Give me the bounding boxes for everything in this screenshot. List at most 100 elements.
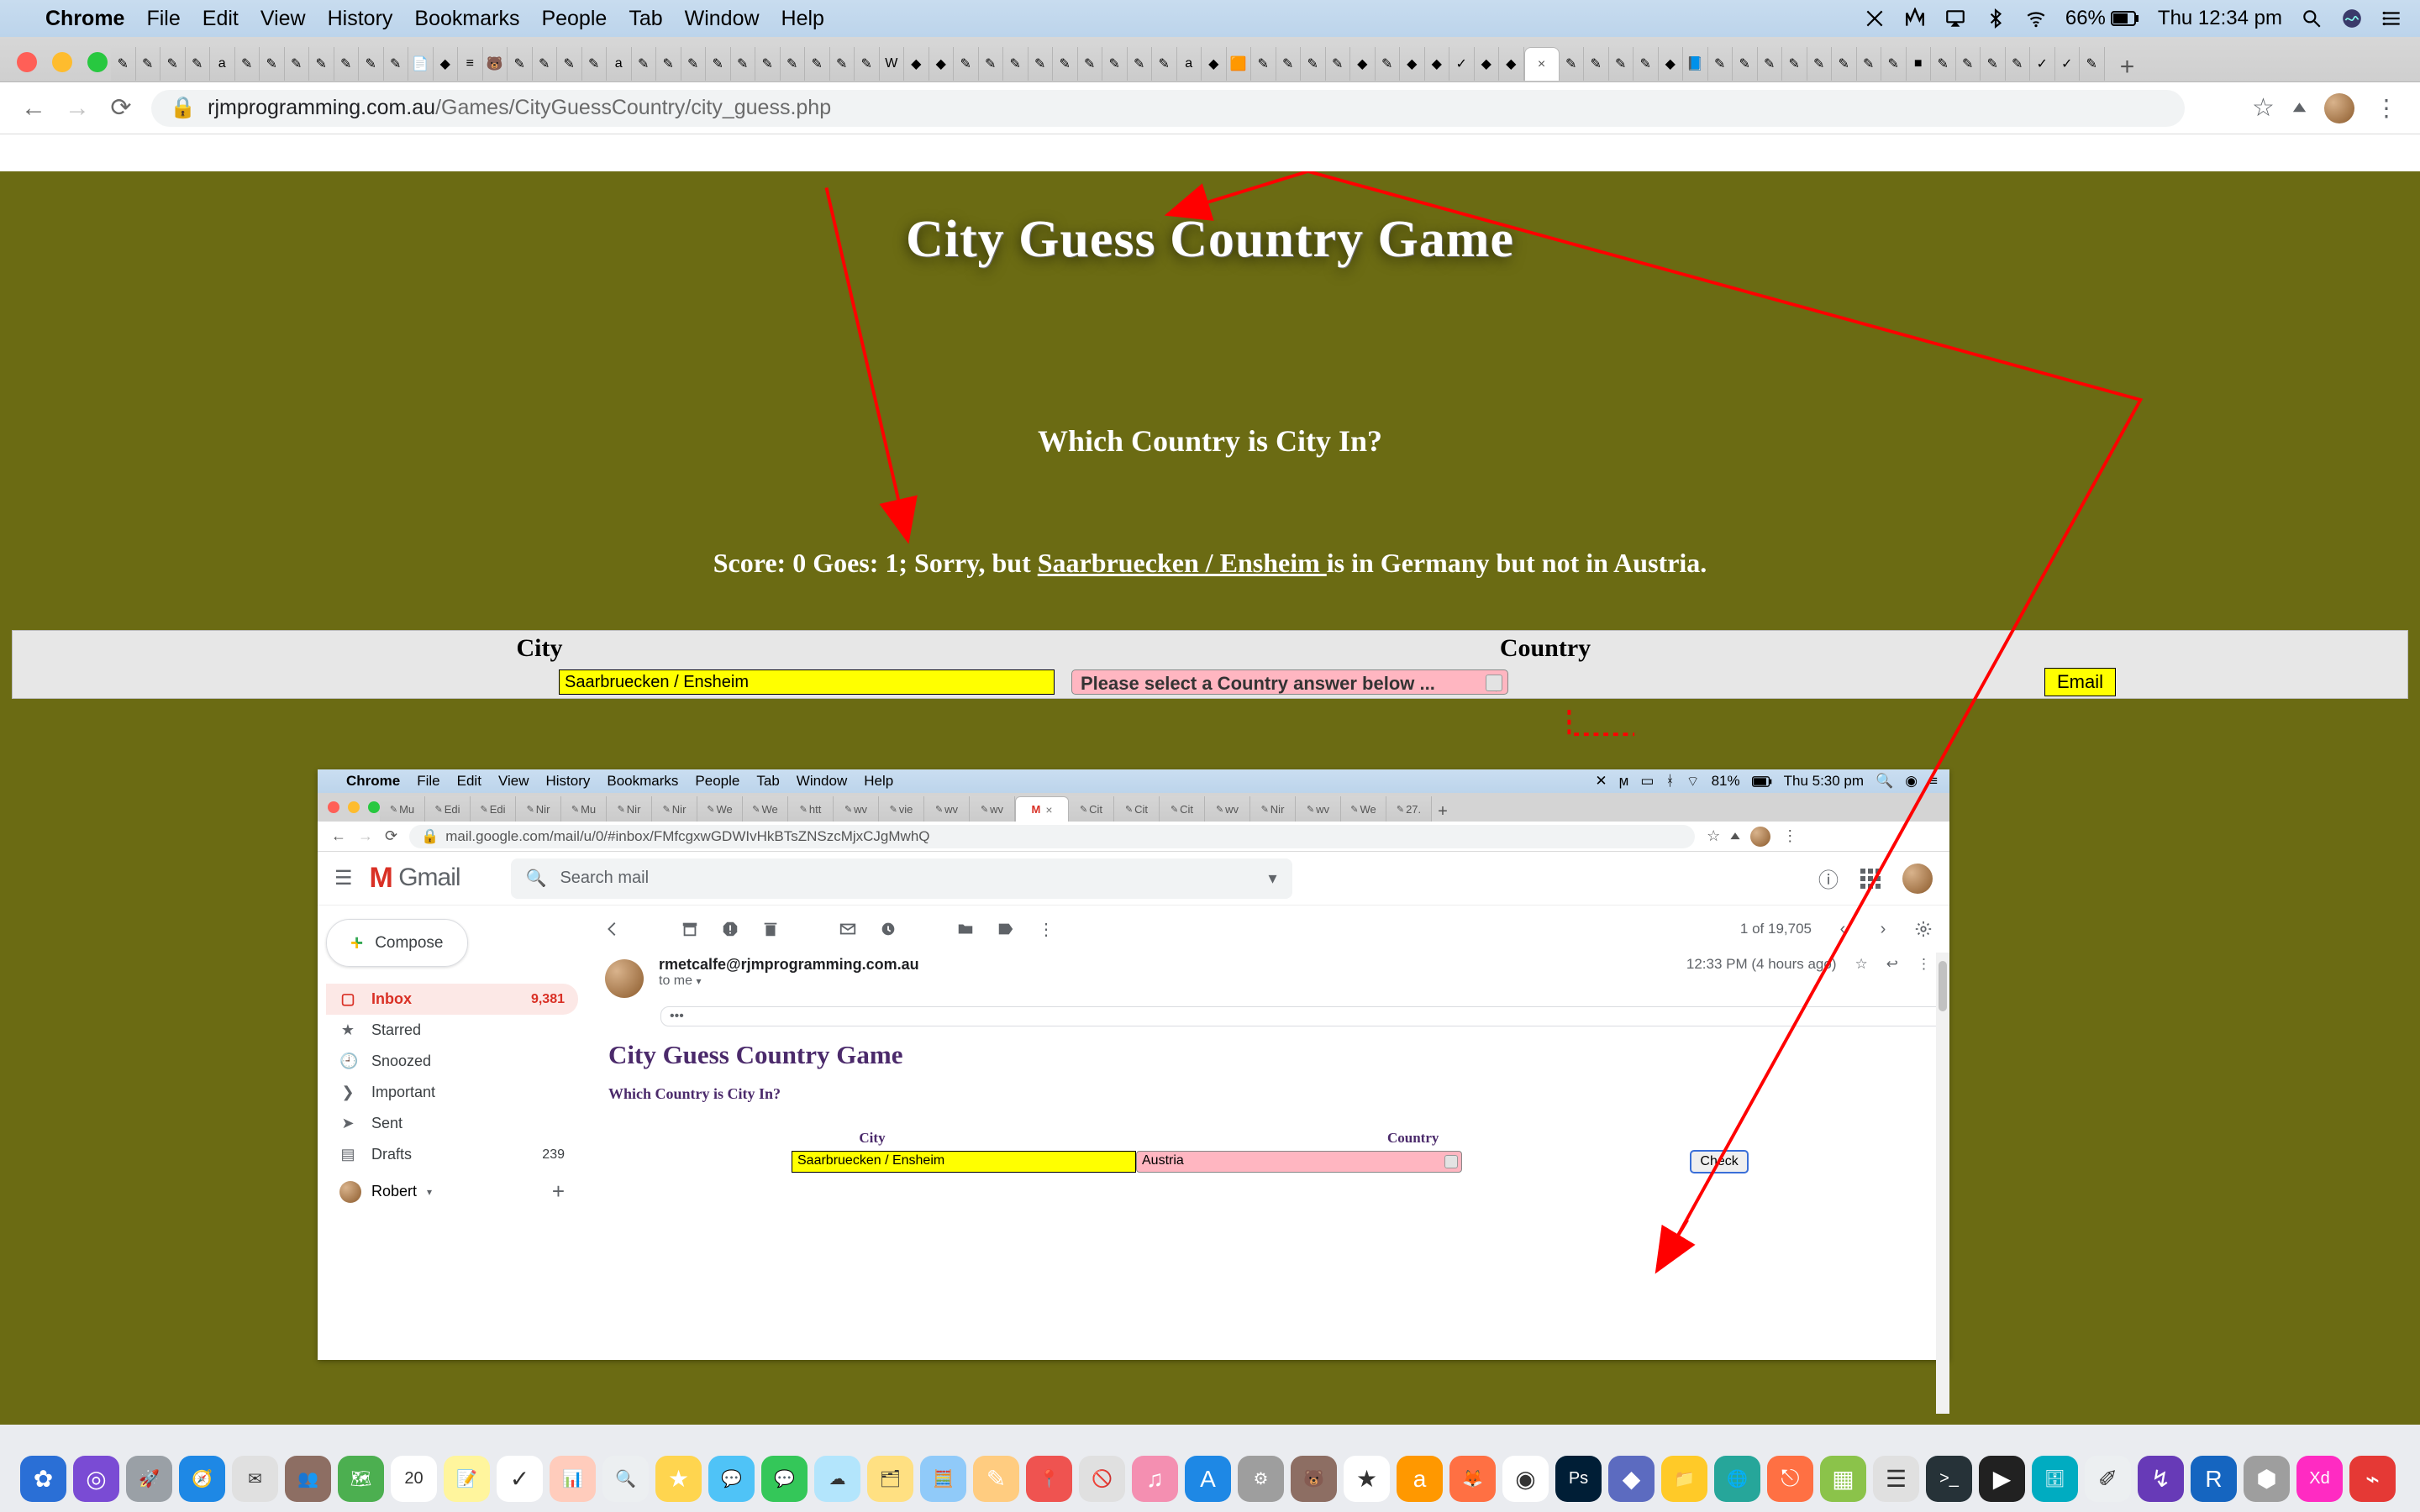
- dock-app[interactable]: 🌐: [1714, 1456, 1760, 1502]
- background-tab[interactable]: ✎: [1708, 47, 1733, 81]
- background-tab[interactable]: ◆: [1350, 47, 1376, 81]
- siri-icon[interactable]: [2341, 8, 2363, 29]
- background-tab[interactable]: 📘: [1683, 47, 1708, 81]
- dock-app[interactable]: ⌁: [2349, 1456, 2396, 1502]
- background-tab[interactable]: ✎: [1128, 47, 1153, 81]
- background-tab[interactable]: ✎: [954, 47, 979, 81]
- background-tab[interactable]: ✎: [309, 47, 334, 81]
- dock-app[interactable]: ⚙︎: [1238, 1456, 1284, 1502]
- dock-app[interactable]: ↯: [2138, 1456, 2184, 1502]
- background-tab[interactable]: ✎: [1102, 47, 1128, 81]
- dock-app[interactable]: 🗂: [867, 1456, 913, 1502]
- dock-app[interactable]: 🔍: [602, 1456, 649, 1502]
- background-tab[interactable]: ✎: [235, 47, 260, 81]
- background-tab[interactable]: ✎: [781, 47, 806, 81]
- menulet-icon[interactable]: [1864, 8, 1886, 29]
- dock-app[interactable]: Xd: [2296, 1456, 2343, 1502]
- address-bar[interactable]: 🔒 rjmprogramming.com.au/Games/CityGuessC…: [151, 90, 2185, 127]
- country-select[interactable]: Please select a Country answer below ...…: [1071, 669, 1508, 695]
- mac-menu-tab[interactable]: Tab: [629, 7, 662, 31]
- minimize-window-button[interactable]: [52, 52, 72, 72]
- dock-app[interactable]: ★: [1344, 1456, 1390, 1502]
- profile-avatar-icon[interactable]: [2324, 93, 2354, 123]
- background-tab[interactable]: ✎: [2080, 47, 2105, 81]
- dock-app[interactable]: 20: [391, 1456, 437, 1502]
- dock-app[interactable]: 💬: [708, 1456, 755, 1502]
- background-tab[interactable]: ✎: [334, 47, 360, 81]
- dock-app[interactable]: ⎋: [1767, 1456, 1813, 1502]
- background-tab[interactable]: ✎: [1053, 47, 1078, 81]
- background-tab[interactable]: ✎: [632, 47, 657, 81]
- background-tab[interactable]: ✎: [285, 47, 310, 81]
- dock-app[interactable]: 👥: [285, 1456, 331, 1502]
- background-tab[interactable]: ✎: [731, 47, 756, 81]
- dock-app[interactable]: A: [1185, 1456, 1231, 1502]
- dock-app[interactable]: ◎: [73, 1456, 119, 1502]
- dock-app[interactable]: 🗄: [2032, 1456, 2078, 1502]
- background-tab[interactable]: ✎: [260, 47, 285, 81]
- background-tab[interactable]: ✎: [359, 47, 384, 81]
- background-tab[interactable]: ✎: [160, 47, 186, 81]
- dock-app[interactable]: ♫: [1132, 1456, 1178, 1502]
- background-tab[interactable]: ✎: [1807, 47, 1833, 81]
- mac-menu-help[interactable]: Help: [781, 7, 824, 31]
- background-tab[interactable]: ◆: [1202, 47, 1227, 81]
- background-tab[interactable]: ✓: [2055, 47, 2081, 81]
- background-tab[interactable]: ✎: [1733, 47, 1758, 81]
- background-tab[interactable]: ✓: [1449, 47, 1475, 81]
- window-traffic-lights[interactable]: [17, 52, 108, 72]
- malwarebytes-icon[interactable]: [1904, 8, 1926, 29]
- background-tab[interactable]: ✓: [2030, 47, 2055, 81]
- dock-app[interactable]: a: [1397, 1456, 1443, 1502]
- background-tab[interactable]: 📄: [408, 47, 434, 81]
- dock-app[interactable]: ✉︎: [232, 1456, 278, 1502]
- background-tab[interactable]: ✎: [533, 47, 558, 81]
- dock-app[interactable]: ☁︎: [814, 1456, 860, 1502]
- background-tab[interactable]: ◆: [434, 47, 459, 81]
- dock-app[interactable]: 📍: [1026, 1456, 1072, 1502]
- dock-app[interactable]: 🗺: [338, 1456, 384, 1502]
- active-tab[interactable]: ×: [1524, 47, 1560, 81]
- maximize-window-button[interactable]: [87, 52, 108, 72]
- background-tab[interactable]: ✎: [1758, 47, 1783, 81]
- close-window-button[interactable]: [17, 52, 37, 72]
- background-tab[interactable]: ✎: [755, 47, 781, 81]
- background-tab[interactable]: ✎: [830, 47, 855, 81]
- background-tab[interactable]: ✎: [681, 47, 707, 81]
- background-tab[interactable]: ✎: [1584, 47, 1609, 81]
- background-tab[interactable]: a: [607, 47, 632, 81]
- notification-center-icon[interactable]: [2381, 8, 2403, 29]
- background-tab[interactable]: ◆: [1400, 47, 1425, 81]
- background-tab[interactable]: ✎: [1857, 47, 1882, 81]
- background-tab[interactable]: ■: [1907, 47, 1932, 81]
- reload-button[interactable]: ⟳: [108, 93, 134, 123]
- mac-menu-app[interactable]: Chrome: [45, 7, 124, 31]
- background-tab[interactable]: ◆: [1499, 47, 1524, 81]
- email-button[interactable]: Email: [2044, 668, 2116, 696]
- mac-menu-history[interactable]: History: [328, 7, 393, 31]
- background-tab[interactable]: ◆: [1425, 47, 1450, 81]
- background-tab[interactable]: ✎: [508, 47, 533, 81]
- dock-app[interactable]: 🐻: [1291, 1456, 1337, 1502]
- spotlight-icon[interactable]: [2301, 8, 2323, 29]
- background-tab[interactable]: ✎: [805, 47, 830, 81]
- background-tab[interactable]: ◆: [904, 47, 929, 81]
- background-tab[interactable]: ✎: [1251, 47, 1276, 81]
- background-tab[interactable]: ✎: [1881, 47, 1907, 81]
- dock-app[interactable]: ☰: [1873, 1456, 1919, 1502]
- airplay-icon[interactable]: [1944, 8, 1966, 29]
- dock-app[interactable]: 📁: [1661, 1456, 1707, 1502]
- background-tab[interactable]: ✎: [855, 47, 880, 81]
- background-tab[interactable]: ✎: [1981, 47, 2006, 81]
- mac-menu-edit[interactable]: Edit: [203, 7, 239, 31]
- dock-app[interactable]: 🧭: [179, 1456, 225, 1502]
- background-tab[interactable]: ✎: [979, 47, 1004, 81]
- menu-clock[interactable]: Thu 12:34 pm: [2158, 7, 2282, 30]
- background-tab[interactable]: ✎: [1276, 47, 1302, 81]
- dock-app[interactable]: ◉: [1502, 1456, 1549, 1502]
- dock-app[interactable]: ▶: [1979, 1456, 2025, 1502]
- mac-menu-file[interactable]: File: [146, 7, 180, 31]
- mac-menu-bookmarks[interactable]: Bookmarks: [414, 7, 519, 31]
- background-tab[interactable]: ◆: [1659, 47, 1684, 81]
- bluetooth-icon[interactable]: [1985, 8, 2007, 29]
